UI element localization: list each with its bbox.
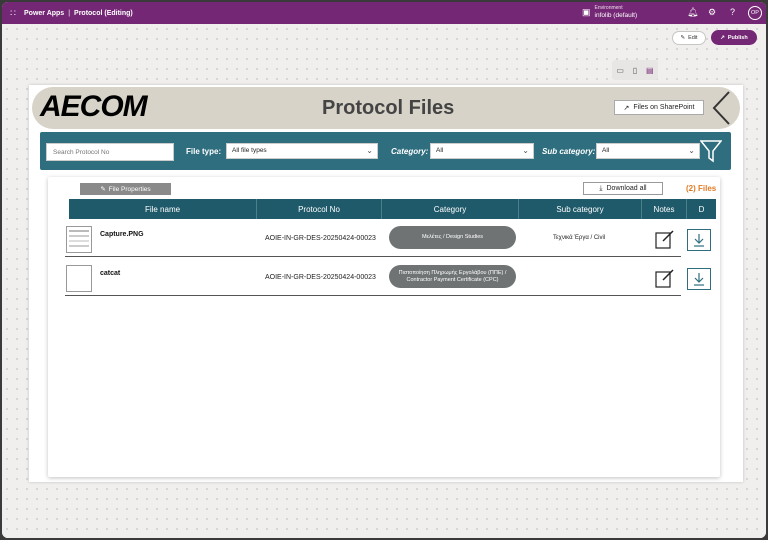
header-category[interactable]: Category [382,199,519,219]
table-row[interactable]: catcat AOIE-IN-GR-DES-20250424-00023 Πισ… [65,260,711,296]
table-row[interactable]: Capture.PNG AOIE-IN-GR-DES-20250424-0002… [65,221,711,257]
publish-button[interactable]: ↗ Publish [711,30,757,45]
header-sub-category[interactable]: Sub category [519,199,642,219]
file-name: catcat [100,270,121,277]
filter-icon[interactable] [700,139,722,163]
avatar[interactable]: OP [748,6,762,20]
device-preview-bar: ▭ ▯ ▤ [612,60,658,80]
sub-category: Τεχνικά Έργα / Civil [553,235,606,241]
chevron-down-icon: ⌄ [522,146,529,155]
header-bar: AECOM Protocol Files ↗ Files on SharePoi… [32,87,740,129]
download-icon [694,234,704,247]
download-all-button[interactable]: ⤓ Download all [583,182,663,195]
subcategory-label: Sub category: [542,147,596,156]
notes-icon[interactable] [655,229,675,249]
back-chevron-icon[interactable] [710,90,734,126]
page-title: Protocol Files [322,97,455,119]
subcategory-dropdown[interactable]: All ⌄ [596,143,700,159]
app-name: Power Apps [24,9,65,17]
category-label: Category: [391,147,429,156]
title-separator: | [68,9,71,17]
file-type-label: File type: [186,147,222,156]
chevron-down-icon: ⌄ [366,146,373,155]
files-on-sharepoint-button[interactable]: ↗ Files on SharePoint [614,100,704,115]
environment-icon: ▣ [582,6,591,17]
chevron-down-icon: ⌄ [688,146,695,155]
desktop-icon[interactable]: ▤ [646,66,654,75]
download-all-label: Download all [606,185,647,192]
settings-icon[interactable]: ⚙ [708,7,716,18]
file-type-dropdown[interactable]: All file types ⌄ [226,143,378,159]
search-input[interactable] [46,143,174,161]
pencil-icon: ✎ [680,35,686,41]
protocol-no: AOIE-IN-GR-DES-20250424-00023 [265,235,376,242]
tablet-icon[interactable]: ▭ [616,66,624,75]
category-value: All [436,147,444,154]
download-file-button[interactable] [687,229,711,251]
top-bar: ∷ Power Apps | Protocol (Editing) ▣ Envi… [2,2,766,24]
notes-icon[interactable] [655,268,675,288]
file-count: (2) Files [686,184,717,193]
aecom-logo: AECOM [40,90,148,123]
filter-bar: File type: All file types ⌄ Category: Al… [40,132,731,170]
file-properties-label: File Properties [108,185,151,193]
publish-label: Publish [727,34,748,41]
environment-picker[interactable]: ▣ Environment infolib (default) [582,5,637,19]
header-download[interactable]: D [687,199,716,219]
publish-icon: ↗ [720,34,725,41]
app-frame: ∷ Power Apps | Protocol (Editing) ▣ Envi… [2,2,766,538]
file-thumbnail [66,226,92,253]
app-screen: AECOM Protocol Files ↗ Files on SharePoi… [29,85,743,482]
edit-button[interactable]: ✎ Edit [672,31,706,45]
table-header: File name Protocol No Category Sub categ… [69,199,716,219]
header-notes[interactable]: Notes [642,199,687,219]
help-icon[interactable]: ? [730,7,735,17]
download-icon: ⤓ [599,184,603,192]
document-title: Protocol (Editing) [74,9,133,17]
category-dropdown[interactable]: All ⌄ [430,143,534,159]
pencil-icon: ✎ [100,186,106,193]
header-protocol-no[interactable]: Protocol No [257,199,382,219]
file-thumbnail [66,265,92,292]
file-type-value: All file types [232,147,267,154]
environment-name: infolib (default) [594,12,638,19]
category-badge: Πιστοποίηση Πληρωμής Εργολάβου (ΠΠΕ) / C… [389,265,516,288]
design-canvas: ✎ Edit ↗ Publish ▭ ▯ ▤ AECOM Protocol Fi… [2,24,766,538]
protocol-no: AOIE-IN-GR-DES-20250424-00023 [265,274,376,281]
download-file-button[interactable] [687,268,711,290]
edit-label: Edit [688,35,698,41]
external-link-icon: ↗ [623,104,630,112]
download-icon [694,273,704,286]
notifications-icon[interactable]: 🔔︎ [687,7,698,18]
file-name: Capture.PNG [100,231,144,238]
sharepoint-label: Files on SharePoint [633,104,695,111]
subcategory-value: All [602,147,610,154]
header-file-name[interactable]: File name [69,199,257,219]
phone-icon[interactable]: ▯ [633,66,637,75]
waffle-icon[interactable]: ∷ [2,8,24,19]
category-badge: Μελέτες / Design Studies [389,226,516,249]
environment-label: Environment [594,5,623,11]
files-panel: ✎ File Properties ⤓ Download all (2) Fil… [48,177,720,477]
file-properties-button[interactable]: ✎ File Properties [80,183,171,195]
